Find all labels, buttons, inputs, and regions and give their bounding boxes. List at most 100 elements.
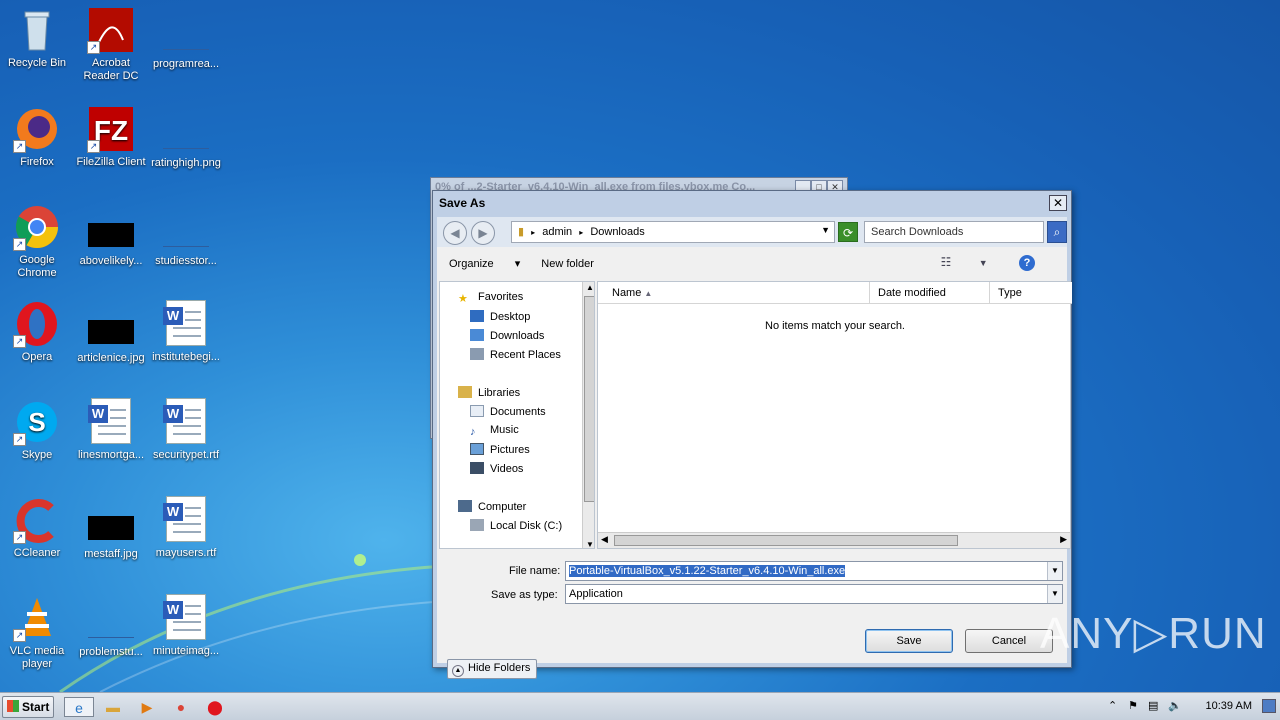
desktop-icon-acrobat[interactable]: ↗ Acrobat Reader DC: [74, 6, 148, 83]
desktop-icon-problemstu[interactable]: problemstu...: [74, 594, 148, 659]
desktop-icon-firefox[interactable]: ↗ Firefox: [0, 105, 74, 169]
view-options-icon[interactable]: ☷: [941, 255, 952, 269]
nav-downloads[interactable]: Downloads: [470, 329, 544, 342]
media-player-icon[interactable]: ▶: [136, 697, 158, 717]
desktop-icon-label: linesmortga...: [77, 449, 145, 461]
recent-places-icon: [470, 348, 484, 360]
desktop-icon-label: minuteimag...: [152, 645, 220, 657]
nav-recent-places[interactable]: Recent Places: [470, 348, 561, 361]
refresh-icon[interactable]: ⟳: [838, 222, 858, 242]
pictures-icon: [470, 443, 484, 455]
nav-pictures[interactable]: Pictures: [470, 443, 530, 456]
nav-pane-scrollbar[interactable]: ▲ ▼: [582, 282, 594, 548]
desktop-icon-mestaff[interactable]: mestaff.jpg: [74, 496, 148, 561]
breadcrumb-admin[interactable]: admin: [542, 226, 572, 238]
sort-ascending-icon: ▲: [644, 289, 653, 298]
nav-music[interactable]: ♪ Music: [470, 424, 519, 438]
desktop-icon-opera[interactable]: ↗ Opera: [0, 300, 74, 364]
desktop-icon-mayusers[interactable]: W mayusers.rtf: [149, 496, 223, 560]
nav-computer[interactable]: Computer: [458, 500, 526, 513]
svg-text:S: S: [28, 407, 45, 437]
file-thumbnail: [88, 614, 134, 638]
windows-logo-icon: [7, 700, 19, 712]
scrollbar-thumb[interactable]: [614, 535, 958, 546]
opera-taskbar-icon[interactable]: ⬤: [204, 697, 226, 717]
desktop-icon-vlc[interactable]: ↗ VLC media player: [0, 594, 74, 671]
search-icon[interactable]: ⌕: [1047, 221, 1067, 243]
scroll-up-icon[interactable]: ▲: [586, 283, 594, 292]
network-icon[interactable]: ▤: [1148, 699, 1158, 712]
desktop-icon-studiesstor[interactable]: studiesstor...: [149, 203, 223, 268]
nav-favorites[interactable]: ★ Favorites: [458, 291, 523, 305]
breadcrumb-downloads[interactable]: Downloads: [590, 226, 644, 238]
chrome-taskbar-icon[interactable]: ●: [170, 697, 192, 717]
action-center-flag-icon[interactable]: ⚑: [1128, 699, 1138, 712]
file-thumbnail: [88, 223, 134, 247]
show-hidden-icons-icon[interactable]: ⌃: [1108, 699, 1117, 712]
column-header-name[interactable]: Name ▲: [598, 282, 870, 304]
search-input[interactable]: Search Downloads: [864, 221, 1044, 243]
nav-videos[interactable]: Videos: [470, 462, 523, 475]
save-as-type-select[interactable]: Application ▼: [565, 584, 1063, 604]
forward-button[interactable]: ▶: [471, 221, 495, 245]
file-thumbnail: [88, 516, 134, 540]
desktop-icon-institutebegi[interactable]: W institutebegi...: [149, 300, 223, 364]
file-name-field[interactable]: Portable-VirtualBox_v5.1.22-Starter_v6.4…: [565, 561, 1063, 581]
desktop-icon-label: ratinghigh.png: [151, 157, 221, 169]
scroll-right-icon[interactable]: ▶: [1060, 534, 1067, 545]
empty-message: No items match your search.: [765, 320, 905, 332]
view-dropdown-icon[interactable]: ▼: [979, 258, 988, 268]
help-icon[interactable]: ?: [1019, 255, 1035, 271]
navigation-pane: ★ Favorites Desktop Downloads Recent Plac…: [439, 281, 595, 549]
dialog-body: ◀ ▶ ▮ ▸ admin ▸ Downloads ▼ ⟳ Search Dow…: [437, 217, 1072, 679]
chevron-up-icon: ▲: [452, 665, 464, 677]
volume-icon[interactable]: 🔈: [1168, 699, 1182, 712]
back-button[interactable]: ◀: [443, 221, 467, 245]
file-list[interactable]: Name ▲ Date modified Type No items match…: [597, 281, 1072, 549]
desktop-icon-skype[interactable]: S ↗ Skype: [0, 398, 74, 462]
start-button[interactable]: Start: [2, 696, 54, 718]
desktop-icon-filezilla[interactable]: FZ ↗ FileZilla Client: [74, 105, 148, 169]
nav-libraries[interactable]: Libraries: [458, 386, 520, 399]
desktop-icon-recycle-bin[interactable]: Recycle Bin: [0, 6, 74, 70]
nav-local-disk[interactable]: Local Disk (C:): [470, 519, 562, 532]
desktop-icon-ratinghigh[interactable]: ratinghigh.png: [149, 105, 223, 170]
desktop-icon-google-chrome[interactable]: ↗ Google Chrome: [0, 203, 74, 280]
chevron-down-icon[interactable]: ▼: [821, 225, 830, 235]
chevron-down-icon[interactable]: ▼: [1047, 562, 1062, 580]
desktop-icon-abovelikely[interactable]: abovelikely...: [74, 203, 148, 268]
organize-button[interactable]: Organize ▾: [449, 258, 520, 270]
explorer-folder-icon[interactable]: ▬: [102, 697, 124, 717]
save-as-dialog[interactable]: Save As ✕ ◀ ▶ ▮ ▸ admin ▸ Downloads ▼ ⟳ …: [432, 190, 1072, 679]
chevron-down-icon[interactable]: ▼: [1047, 585, 1062, 603]
desktop-icon-articlenice[interactable]: articlenice.jpg: [74, 300, 148, 365]
close-icon[interactable]: ✕: [1049, 195, 1067, 211]
nav-desktop[interactable]: Desktop: [470, 310, 530, 323]
nav-documents[interactable]: Documents: [470, 405, 546, 418]
desktop-icon-label: articlenice.jpg: [77, 352, 145, 364]
scroll-left-icon[interactable]: ◀: [601, 534, 608, 545]
star-icon: ★: [458, 293, 468, 305]
address-bar[interactable]: ▮ ▸ admin ▸ Downloads ▼: [511, 221, 835, 243]
column-header-type[interactable]: Type: [990, 282, 1072, 304]
desktop-icon-securitypet[interactable]: W securitypet.rtf: [149, 398, 223, 462]
word-document-icon: W: [162, 300, 210, 348]
word-document-icon: W: [162, 594, 210, 642]
hide-folders-button[interactable]: ▲ Hide Folders: [447, 659, 538, 679]
show-desktop-button[interactable]: [1262, 699, 1276, 713]
scroll-down-icon[interactable]: ▼: [586, 540, 594, 548]
new-folder-button[interactable]: New folder: [541, 258, 594, 270]
internet-explorer-icon[interactable]: e: [64, 697, 94, 717]
desktop-icon-label: Google Chrome: [17, 254, 57, 279]
column-header-date-modified[interactable]: Date modified: [870, 282, 990, 304]
desktop-icon-programrea[interactable]: programrea...: [149, 6, 223, 71]
desktop-icon-ccleaner[interactable]: ↗ CCleaner: [0, 496, 74, 560]
dialog-title: Save As: [439, 196, 486, 210]
skype-icon: S ↗: [13, 398, 61, 446]
file-list-scrollbar[interactable]: ◀ ▶: [598, 532, 1070, 548]
save-button[interactable]: Save: [865, 629, 953, 653]
clock[interactable]: 10:39 AM: [1206, 700, 1252, 712]
desktop-icon-minuteimag[interactable]: W minuteimag...: [149, 594, 223, 658]
scrollbar-thumb[interactable]: [584, 296, 594, 502]
desktop-icon-linesmortga[interactable]: W linesmortga...: [74, 398, 148, 462]
